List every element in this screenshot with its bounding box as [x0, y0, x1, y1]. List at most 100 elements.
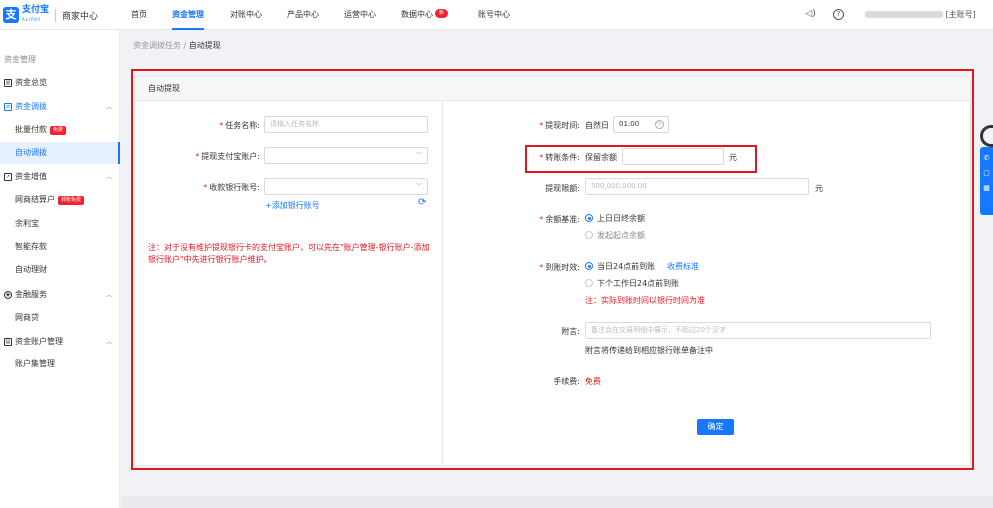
time-prefix: 自然日: [585, 121, 609, 130]
sidebar-group-label: 资金总览: [15, 78, 47, 87]
help-icon[interactable]: ?: [833, 9, 844, 20]
sidebar-item-account-set[interactable]: 账户集管理: [0, 353, 120, 375]
chevron-down-icon: ﹀: [415, 152, 422, 159]
sidebar: 资金管理 ▥ 资金总览 ⇄ 资金调拨 ︿ 批量付款 免费 自动调拨 ↗ 资金增值 …: [0, 30, 120, 508]
condition-unit: 元: [729, 153, 737, 162]
sidebar-group-finance[interactable]: ◉ 金融服务 ︿: [4, 289, 112, 300]
task-name-input[interactable]: 请输入任务名称: [264, 116, 428, 133]
blurred-account-name: [865, 11, 943, 18]
sidebar-item-mybank-loan[interactable]: 网商贷: [0, 307, 120, 329]
new-badge: 新: [435, 9, 449, 18]
sidebar-group-appreciation[interactable]: ↗ 资金增值 ︿: [4, 171, 112, 182]
sidebar-item-auto-transfer[interactable]: 自动调拨: [0, 142, 120, 164]
nav-reconciliation[interactable]: 对账中心: [230, 0, 262, 30]
top-bar: 支 支付宝 ALIPAY 商家中心 首页 资金管理 对账中心 产品中心 运营中心…: [0, 0, 993, 30]
logo-divider: [55, 8, 57, 22]
nav-fund-management[interactable]: 资金管理: [172, 0, 204, 30]
nav-account-center[interactable]: 账号中心: [478, 0, 510, 30]
withdraw-time-label: * 提现时间:: [539, 121, 580, 130]
column-divider: [442, 101, 443, 467]
basis-prev-day-label[interactable]: 上日日终余额: [597, 213, 645, 224]
alipay-account-select[interactable]: ﹀: [264, 147, 428, 164]
chevron-up-icon: ︿: [105, 174, 112, 181]
logo-cn: 支付宝: [22, 5, 50, 15]
sidebar-group-accounts[interactable]: ▤ 资金账户管理 ︿: [4, 336, 112, 347]
basis-prev-day-radio[interactable]: [585, 214, 593, 222]
remark-input[interactable]: 备注会在交易明细中展示，不超过20个汉字: [585, 322, 931, 339]
add-bank-account-link[interactable]: +添加银行账号: [265, 200, 320, 211]
sidebar-item-smart-deposit[interactable]: 智能存款: [0, 236, 120, 258]
account-menu[interactable]: [主账号]: [865, 9, 976, 20]
alipay-logo[interactable]: 支 支付宝 ALIPAY 商家中心: [3, 6, 98, 24]
breadcrumb-current: 自动提现: [188, 41, 221, 50]
headset-icon: [980, 125, 993, 147]
nav-products[interactable]: 产品中心: [287, 0, 319, 30]
fee-standard-link[interactable]: 收费标准: [667, 261, 699, 272]
chevron-up-icon: ︿: [105, 104, 112, 111]
fee-value: 免费: [585, 377, 601, 386]
sidebar-item-label: 批量付款: [15, 125, 47, 134]
arrival-next-day-label[interactable]: 下个工作日24点前到账: [597, 278, 679, 289]
phone-icon[interactable]: ✆: [980, 154, 993, 162]
bank-account-label: * 收款银行账号:: [203, 183, 260, 192]
refresh-icon[interactable]: ⟳: [418, 197, 426, 208]
float-toolbar[interactable]: ✆ ▢ ▦: [980, 147, 993, 215]
basis-start-point-radio[interactable]: [585, 231, 593, 239]
bottom-scroll-area: [121, 496, 993, 508]
overview-icon: ▥: [4, 78, 12, 87]
arrival-same-day-label[interactable]: 当日24点前到账: [597, 261, 655, 272]
sidebar-item-settlement[interactable]: 网商结算户 转账免费: [0, 189, 120, 211]
chevron-up-icon: ︿: [105, 339, 112, 346]
transfer-free-tag: 转账免费: [58, 196, 85, 205]
nav-home[interactable]: 首页: [131, 0, 147, 30]
sidebar-item-yulibao[interactable]: 余利宝: [0, 213, 120, 235]
sidebar-group-transfer[interactable]: ⇄ 资金调拨 ︿: [4, 101, 112, 112]
balance-basis-label: * 余额基准:: [539, 215, 580, 224]
clock-icon: ◷: [655, 120, 664, 129]
breadcrumb-parent[interactable]: 资金调拨任务: [133, 41, 181, 50]
nav-data-center-label: 数据中心: [401, 10, 433, 19]
fee-label: 手续费:: [553, 377, 580, 386]
transfer-icon: ⇄: [4, 102, 12, 111]
arrival-next-day-radio[interactable]: [585, 279, 593, 287]
finance-icon: ◉: [4, 290, 12, 299]
sidebar-item-batch-payment[interactable]: 批量付款 免费: [0, 119, 120, 141]
sidebar-group-label: 资金调拨: [15, 102, 47, 111]
speaker-icon[interactable]: ◁): [805, 9, 816, 20]
bank-maintenance-note: 注：对于没有维护提现银行卡的支付宝账户，可以先在"账户管理-银行账户-添加银行账…: [148, 243, 430, 264]
chevron-up-icon: ︿: [105, 292, 112, 299]
sidebar-group-label: 资金账户管理: [15, 337, 63, 346]
withdraw-time-picker[interactable]: 01:00 ◷: [613, 116, 669, 133]
alipay-logo-icon: 支: [3, 7, 19, 23]
sidebar-section-title: 资金管理: [4, 55, 36, 64]
account-role: [主账号]: [945, 10, 976, 19]
condition-prefix: 保留余额: [585, 153, 617, 162]
task-name-label: * 任务名称:: [219, 121, 260, 130]
floating-service-widget[interactable]: ✆ ▢ ▦: [980, 125, 993, 215]
withdraw-limit-input[interactable]: 500,000,000.00: [585, 178, 809, 195]
chevron-down-icon: ﹀: [415, 183, 422, 190]
alipay-account-label: * 提现支付宝账户:: [195, 152, 260, 161]
sidebar-group-label: 资金增值: [15, 172, 47, 181]
breadcrumb: 资金调拨任务 / 自动提现: [133, 40, 221, 51]
bank-account-select[interactable]: ﹀: [264, 178, 428, 195]
transfer-condition-label: * 转账条件:: [539, 153, 580, 162]
arrival-time-label: * 到账时效:: [539, 263, 580, 272]
remark-hint: 附言将传递给到相应银行账单备注中: [585, 346, 713, 355]
nav-data-center[interactable]: 数据中心新: [401, 0, 449, 30]
nav-operations[interactable]: 运营中心: [344, 0, 376, 30]
retained-balance-input[interactable]: [622, 148, 724, 165]
portal-name: 商家中心: [62, 11, 99, 22]
sidebar-item-auto-finance[interactable]: 自动理财: [0, 259, 120, 281]
chat-icon[interactable]: ▢: [980, 169, 993, 177]
qr-icon[interactable]: ▦: [980, 184, 993, 192]
logo-en: ALIPAY: [22, 17, 42, 22]
breadcrumb-separator: /: [183, 41, 187, 50]
basis-start-point-label[interactable]: 发起起点余额: [597, 230, 645, 241]
sidebar-group-overview[interactable]: ▥ 资金总览: [4, 77, 112, 88]
chart-icon: ↗: [4, 172, 12, 181]
free-tag: 免费: [50, 126, 67, 135]
confirm-button[interactable]: 确定: [697, 419, 734, 435]
panel-title: 自动提现: [135, 77, 970, 101]
arrival-same-day-radio[interactable]: [585, 262, 593, 270]
